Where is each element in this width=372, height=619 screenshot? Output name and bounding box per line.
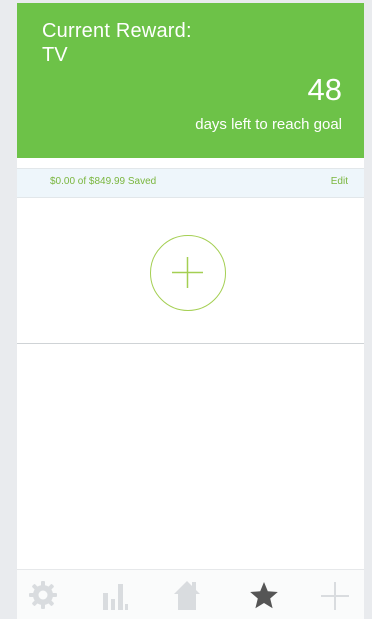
reward-name: TV [42,44,68,66]
star-icon [250,582,278,609]
tab-bar [17,569,364,619]
current-reward-title: Current Reward: [42,20,192,42]
home-icon [174,581,200,610]
tab-rewards[interactable] [244,578,284,612]
add-entry-area [17,202,364,344]
app-screen: Current Reward: TV 48 days left to reach… [17,3,364,619]
plus-icon [172,257,203,288]
edit-button[interactable]: Edit [331,176,348,187]
savings-bar: $0.00 of $849.99 Saved Edit [17,168,364,198]
plus-icon [321,582,349,610]
days-left-caption: days left to reach goal [195,116,342,133]
current-reward-panel: Current Reward: TV 48 days left to reach… [17,3,364,158]
savings-summary: $0.00 of $849.99 Saved [50,176,157,187]
days-left-count: 48 [307,72,342,107]
tab-settings[interactable] [23,578,63,612]
tab-home[interactable] [167,578,207,612]
tab-add[interactable] [315,578,355,612]
gear-icon [29,581,57,609]
tab-stats[interactable] [95,578,135,612]
add-entry-button[interactable] [150,235,226,311]
bar-chart-icon [103,584,128,610]
